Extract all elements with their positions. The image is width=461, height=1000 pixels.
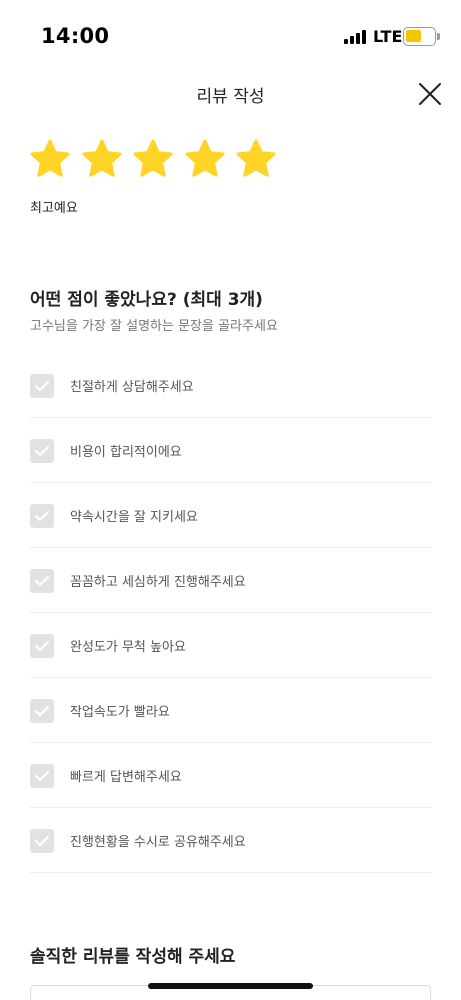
battery-icon	[403, 27, 436, 46]
check-icon	[34, 380, 50, 392]
checkbox[interactable]	[30, 569, 54, 593]
status-bar: 14:00 LTE	[0, 0, 461, 70]
checkbox[interactable]	[30, 829, 54, 853]
star-icon[interactable]	[80, 138, 124, 180]
home-indicator	[148, 983, 313, 989]
checkbox[interactable]	[30, 764, 54, 788]
option-label: 비용이 합리적이에요	[70, 445, 182, 460]
checkbox[interactable]	[30, 699, 54, 723]
check-icon	[34, 510, 50, 522]
section-subtitle: 고수님을 가장 잘 설명하는 문장을 골라주세요	[30, 319, 278, 334]
option-item[interactable]: 진행현황을 수시로 공유해주세요	[30, 808, 431, 873]
checkbox[interactable]	[30, 374, 54, 398]
battery-cap	[437, 33, 440, 40]
check-icon	[34, 705, 50, 717]
option-item[interactable]: 꼼꼼하고 세심하게 진행해주세요	[30, 548, 431, 613]
section-title: 어떤 점이 좋았나요? (최대 3개)	[30, 290, 263, 310]
option-label: 친절하게 상담해주세요	[70, 380, 194, 395]
page-title: 리뷰 작성	[196, 87, 265, 107]
option-label: 약속시간을 잘 지키세요	[70, 510, 198, 525]
rating-label: 최고예요	[30, 201, 78, 216]
check-icon	[34, 835, 50, 847]
signal-icon	[344, 30, 368, 44]
star-icon[interactable]	[183, 138, 227, 180]
star-icon[interactable]	[234, 138, 278, 180]
option-item[interactable]: 비용이 합리적이에요	[30, 418, 431, 483]
option-item[interactable]: 친절하게 상담해주세요	[30, 353, 431, 418]
header: 리뷰 작성	[0, 70, 461, 125]
status-time: 14:00	[41, 24, 110, 48]
option-item[interactable]: 작업속도가 빨라요	[30, 678, 431, 743]
option-item[interactable]: 약속시간을 잘 지키세요	[30, 483, 431, 548]
checkbox[interactable]	[30, 504, 54, 528]
close-icon	[419, 83, 441, 105]
check-icon	[34, 640, 50, 652]
option-label: 진행현황을 수시로 공유해주세요	[70, 835, 246, 850]
check-icon	[34, 770, 50, 782]
option-label: 꼼꼼하고 세심하게 진행해주세요	[70, 575, 246, 590]
network-label: LTE	[373, 27, 403, 46]
option-label: 완성도가 무척 높아요	[70, 640, 186, 655]
star-icon[interactable]	[131, 138, 175, 180]
option-item[interactable]: 완성도가 무척 높아요	[30, 613, 431, 678]
check-icon	[34, 575, 50, 587]
review-title: 솔직한 리뷰를 작성해 주세요	[30, 947, 236, 967]
star-icon[interactable]	[28, 138, 72, 180]
check-icon	[34, 445, 50, 457]
checkbox[interactable]	[30, 634, 54, 658]
option-item[interactable]: 빠르게 답변해주세요	[30, 743, 431, 808]
checkbox[interactable]	[30, 439, 54, 463]
close-button[interactable]	[414, 78, 446, 110]
option-label: 빠르게 답변해주세요	[70, 770, 182, 785]
option-label: 작업속도가 빨라요	[70, 705, 170, 720]
